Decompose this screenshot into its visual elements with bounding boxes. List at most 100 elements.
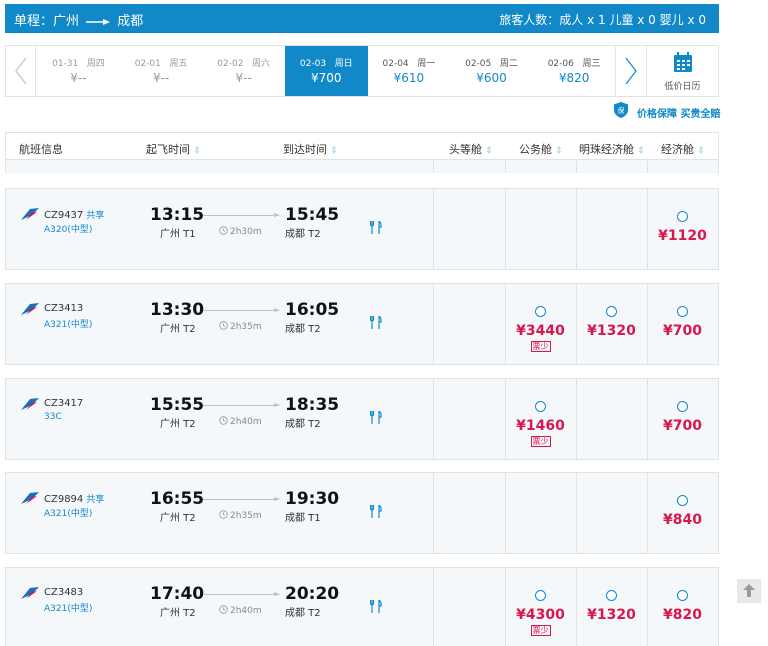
fare-option-business[interactable]: ¥1460 票少 [505,401,576,447]
duration: 2h30m [219,226,262,237]
fare-radio[interactable] [677,211,688,222]
col-economy-label: 经济舱 [661,143,694,156]
fare-price: ¥1460 [516,418,565,434]
depart-airport: 广州 T2 [160,513,196,524]
aircraft-type[interactable]: 33C [44,412,62,422]
date-price: ¥600 [476,71,507,85]
back-to-top-button[interactable] [737,579,761,603]
prev-dates-button[interactable] [6,46,36,96]
date-option[interactable]: 02-03 周日 ¥700 [284,46,368,96]
arrive-time: 15:45 [285,205,340,225]
date-option[interactable]: 01-31 周四 ¥-- [37,46,120,96]
col-first-label: 头等舱 [449,143,482,156]
sort-arrive-time[interactable]: 到达时间 ⇕ [283,141,338,157]
depart-time: 17:40 [150,584,205,604]
depart-time: 13:15 [150,205,205,225]
clock-icon [219,226,228,235]
flight-number-text: CZ3483 [44,587,84,598]
few-tickets-badge: 票少 [530,625,551,636]
arrive-airport: 成都 T2 [285,229,321,240]
col-arrive-label: 到达时间 [283,143,327,156]
flight-number: CZ3483 [44,587,86,598]
date-text: 01-31 [52,59,79,69]
fare-option-pearl[interactable]: ¥1320 [576,590,647,623]
flight-row: CZ3417 33C 15:55 广州 T2 2h40m 18:35 成都 T2 ¥1460 票… [5,378,719,460]
duration-line [203,213,280,217]
fare-price: ¥3440 [516,323,565,339]
codeshare-tag: 共享 [86,495,105,505]
duration: 2h35m [219,510,262,521]
date-price: ¥820 [558,71,590,85]
depart-time: 13:30 [150,300,205,320]
few-tickets-badge: 票少 [530,341,551,352]
fare-radio[interactable] [677,590,688,601]
sort-business-class[interactable]: 公务舱 ⇕ [519,141,563,157]
sort-first-class[interactable]: 头等舱 ⇕ [449,141,493,157]
fare-price: ¥1320 [587,323,636,339]
duration-line [203,403,280,407]
chevron-left-icon [15,57,27,85]
aircraft-type[interactable]: A321(中型) [44,601,92,614]
calendar-icon [674,52,692,72]
sort-icon: ⇕ [697,146,705,156]
route-header: 单程：广州 成都 旅客人数：成人 x 1 儿童 x 0 婴儿 x 0 [5,4,719,33]
passenger-count: 旅客人数：成人 x 1 儿童 x 0 婴儿 x 0 [499,13,706,27]
date-option[interactable]: 02-02 周六 ¥-- [202,46,285,96]
fare-option-economy[interactable]: ¥840 [647,495,718,528]
duration-text: 2h35m [230,511,262,521]
duration-text: 2h35m [230,322,262,332]
flight-number: CZ9894 共享 [44,492,104,505]
fare-option-economy[interactable]: ¥1120 [647,211,718,244]
flight-number-text: CZ3413 [44,303,84,314]
date-label: 02-03 周日 [285,56,368,69]
flight-row: CZ9437 共享 A320(中型) 13:15 广州 T1 2h30m 15:45 成都 T… [5,188,719,270]
date-option[interactable]: 02-06 周三 ¥820 [533,46,616,96]
fare-radio[interactable] [606,306,617,317]
sort-pearl-economy[interactable]: 明珠经济舱 ⇕ [579,141,645,157]
fare-radio[interactable] [535,401,546,412]
date-price: ¥-- [235,71,252,85]
date-option[interactable]: 02-04 周一 ¥610 [367,46,450,96]
chevron-right-icon [625,57,637,85]
next-dates-button[interactable] [615,46,645,96]
fare-radio[interactable] [677,401,688,412]
fare-radio[interactable] [677,306,688,317]
cutlery-icon [370,505,382,518]
sort-depart-time[interactable]: 起飞时间 ⇕ [146,141,201,157]
sort-icon: ⇕ [485,146,493,156]
fare-radio[interactable] [606,590,617,601]
fare-option-economy[interactable]: ¥700 [647,401,718,434]
fare-radio[interactable] [535,590,546,601]
cutlery-icon [370,600,382,613]
fare-option-economy[interactable]: ¥820 [647,590,718,623]
fare-price: ¥700 [663,418,702,434]
sort-economy[interactable]: 经济舱 ⇕ [661,141,705,157]
aircraft-type[interactable]: A321(中型) [44,506,92,519]
fare-radio[interactable] [677,495,688,506]
col-depart-label: 起飞时间 [146,143,190,156]
fare-price: ¥4300 [516,607,565,623]
cutlery-icon [370,411,382,424]
col-pearl-label: 明珠经济舱 [579,143,634,156]
depart-time: 16:55 [150,489,205,509]
fare-option-business[interactable]: ¥4300 票少 [505,590,576,636]
date-option[interactable]: 02-01 周五 ¥-- [120,46,203,96]
route-arrow-icon [86,18,111,25]
fare-option-pearl[interactable]: ¥1320 [576,306,647,339]
date-label: 01-31 周四 [37,56,120,69]
depart-airport: 广州 T1 [160,229,196,240]
shield-icon: 保 [614,102,628,118]
aircraft-type[interactable]: A320(中型) [44,222,92,235]
aircraft-type[interactable]: A321(中型) [44,317,92,330]
date-option[interactable]: 02-05 周二 ¥600 [450,46,533,96]
fare-option-economy[interactable]: ¥700 [647,306,718,339]
weekday-text: 周日 [334,59,353,69]
codeshare-tag: 共享 [86,211,105,221]
duration-line [203,308,280,312]
low-price-calendar-button[interactable]: 低价日历 [646,46,718,96]
fare-radio[interactable] [535,306,546,317]
fare-option-business[interactable]: ¥3440 票少 [505,306,576,352]
date-price: ¥610 [393,71,425,85]
duration-line [203,497,280,501]
arrive-time: 18:35 [285,395,340,415]
